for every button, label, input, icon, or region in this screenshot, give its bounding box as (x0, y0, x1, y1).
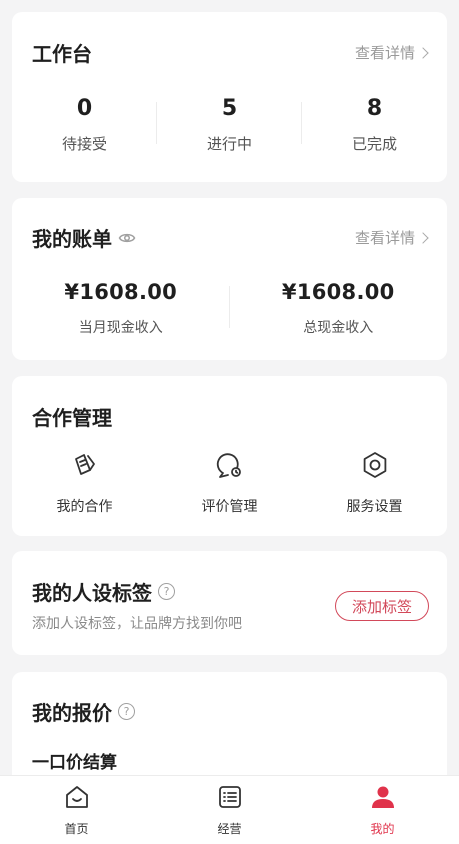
total-amount: ¥1608.00 (281, 280, 395, 304)
detail-label: 查看详情 (354, 229, 415, 247)
monthly-label: 当月现金收入 (78, 320, 163, 336)
bill-card: 我的账单 查看详情 ¥1608.00 当月现金收入 ¥1608.00 总现金收入 (12, 198, 447, 360)
review-management-button[interactable]: 评价管理 (157, 450, 302, 516)
tool-label: 评价管理 (201, 499, 258, 515)
tab-label: 我的 (370, 822, 395, 836)
total-income[interactable]: ¥1608.00 总现金收入 (230, 280, 448, 337)
review-icon (215, 450, 245, 484)
persona-tags-card: 我的人设标签 ? 添加人设标签，让品牌方找到你吧 添加标签 (12, 551, 447, 655)
cooperation-card: 合作管理 我的合作 评价管理 服务设置 (12, 376, 447, 536)
tags-title: 我的人设标签 ? (32, 577, 175, 606)
quote-subtitle: 一口价结算 (32, 753, 117, 773)
tool-label: 服务设置 (346, 499, 403, 515)
home-icon (64, 784, 90, 814)
list-icon (217, 784, 243, 814)
bottom-tab-bar: 首页 经营 我的 (0, 775, 459, 844)
quote-card: 我的报价 ? 一口价结算 (12, 672, 447, 792)
stat-label: 待接受 (61, 135, 107, 153)
add-tag-button[interactable]: 添加标签 (335, 591, 429, 621)
chevron-right-icon (417, 231, 429, 244)
tags-title-text: 我的人设标签 (32, 581, 152, 605)
help-icon[interactable]: ? (118, 703, 135, 720)
cooperation-icon (70, 450, 100, 484)
workbench-title: 工作台 (32, 42, 92, 66)
bill-detail-link[interactable]: 查看详情 (354, 227, 429, 248)
tags-subtitle: 添加人设标签，让品牌方找到你吧 (32, 616, 242, 632)
eye-icon[interactable] (118, 229, 136, 247)
stat-pending[interactable]: 0 待接受 (12, 96, 157, 154)
help-icon[interactable]: ? (158, 583, 175, 600)
workbench-card: 工作台 查看详情 0 待接受 5 进行中 8 已完成 (12, 12, 447, 182)
stat-in-progress[interactable]: 5 进行中 (157, 96, 302, 154)
chevron-right-icon (417, 46, 429, 59)
tool-label: 我的合作 (56, 499, 113, 515)
profile-icon (370, 784, 396, 814)
quote-title: 我的报价 ? (32, 697, 135, 726)
detail-label: 查看详情 (354, 44, 415, 62)
cooperation-title: 合作管理 (32, 406, 112, 430)
total-label: 总现金收入 (303, 320, 374, 336)
stat-value: 8 (366, 96, 383, 121)
stat-label: 已完成 (351, 135, 397, 153)
bill-title-text: 我的账单 (32, 227, 112, 251)
tab-label: 经营 (217, 822, 242, 836)
stat-label: 进行中 (206, 135, 252, 153)
tab-business[interactable]: 经营 (153, 776, 306, 844)
service-settings-button[interactable]: 服务设置 (302, 450, 447, 516)
workbench-detail-link[interactable]: 查看详情 (354, 42, 429, 63)
my-cooperation-button[interactable]: 我的合作 (12, 450, 157, 516)
quote-title-text: 我的报价 (32, 701, 112, 725)
monthly-amount: ¥1608.00 (64, 280, 178, 304)
settings-icon (360, 450, 390, 484)
tab-label: 首页 (64, 822, 89, 836)
tab-home[interactable]: 首页 (0, 776, 153, 844)
stat-value: 5 (221, 96, 238, 121)
stat-value: 0 (76, 96, 93, 121)
tab-mine[interactable]: 我的 (306, 776, 459, 844)
monthly-income[interactable]: ¥1608.00 当月现金收入 (12, 280, 230, 337)
stat-completed[interactable]: 8 已完成 (302, 96, 447, 154)
bill-title: 我的账单 (32, 223, 136, 252)
